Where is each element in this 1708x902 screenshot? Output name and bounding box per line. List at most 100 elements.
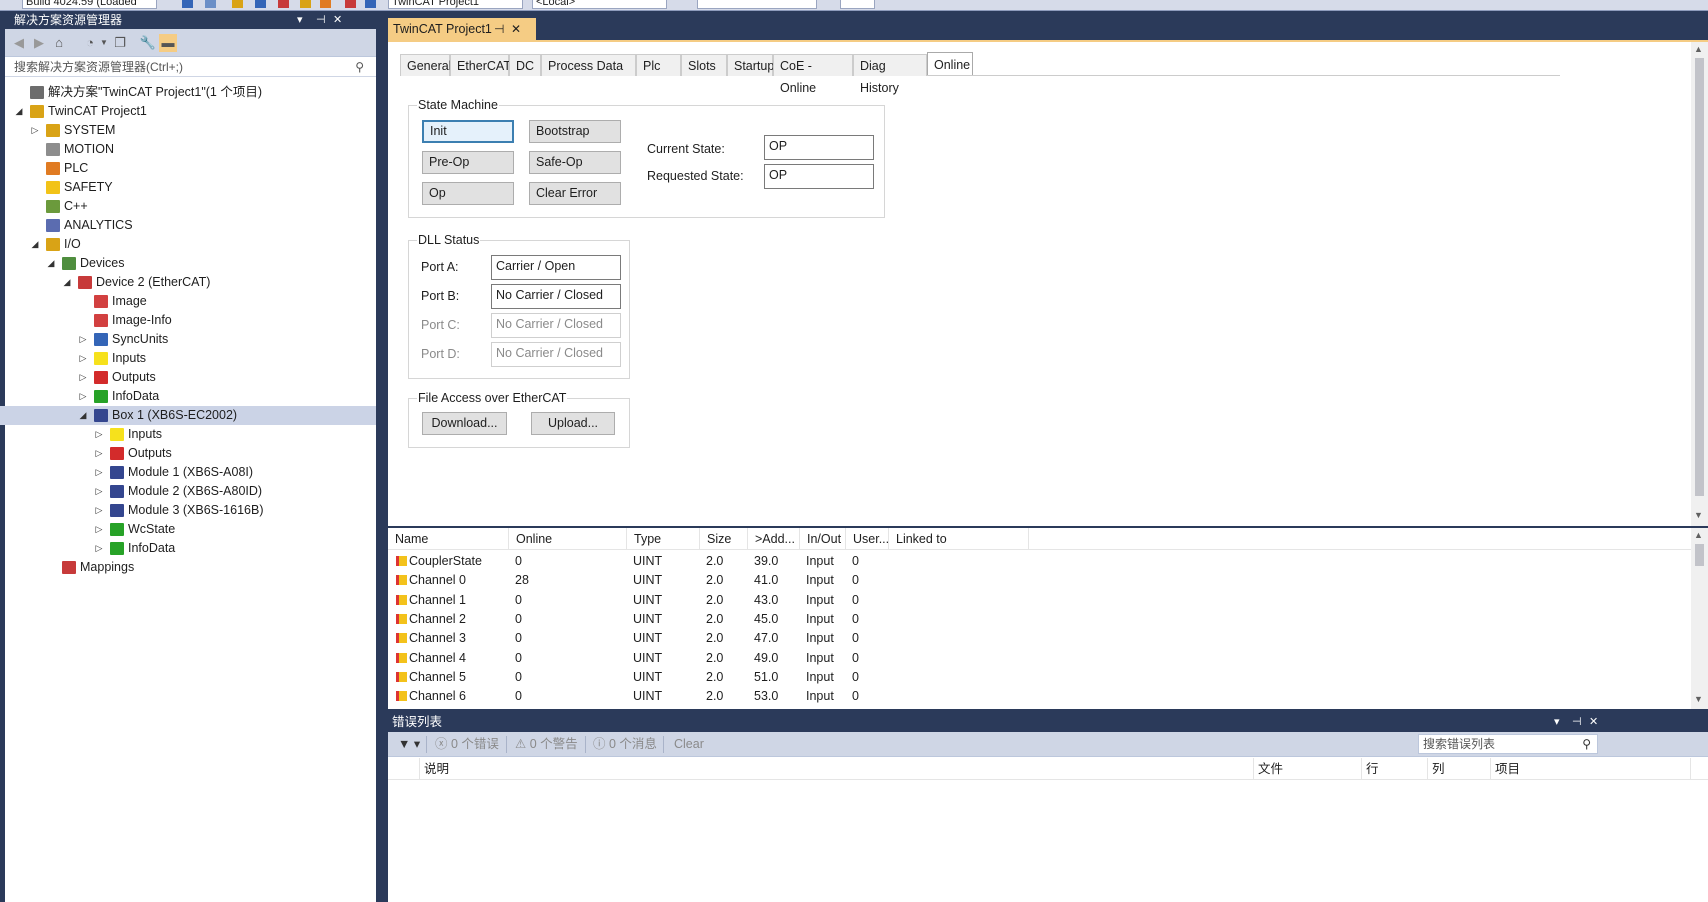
table-row[interactable]: Channel 5 0 UINT 2.0 51.0 Input 0: [388, 668, 1691, 687]
tab-pin-icon[interactable]: ⊣: [494, 18, 504, 40]
expanded-arrow-icon[interactable]: ◢: [30, 235, 40, 254]
tab-ethercat[interactable]: EtherCAT: [450, 54, 511, 76]
properties-icon[interactable]: 🔧: [139, 34, 157, 52]
collapsed-arrow-icon[interactable]: ▷: [30, 121, 40, 140]
table-row[interactable]: Channel 1 0 UINT 2.0 43.0 Input 0: [388, 591, 1691, 610]
tree-item[interactable]: ▷ Outputs: [0, 444, 376, 463]
tab-coe-online[interactable]: CoE - Online: [773, 54, 853, 95]
scroll-up-icon[interactable]: ▲: [1694, 44, 1703, 54]
tree-item[interactable]: C++: [0, 197, 376, 216]
collapsed-arrow-icon[interactable]: ▷: [78, 349, 88, 368]
expanded-arrow-icon[interactable]: ◢: [62, 273, 72, 292]
expanded-arrow-icon[interactable]: ◢: [78, 406, 88, 425]
error-list-dropdown-icon[interactable]: ▾: [1554, 712, 1560, 732]
tree-item[interactable]: Image: [0, 292, 376, 311]
tab-general[interactable]: General: [400, 54, 451, 76]
window-icon[interactable]: [205, 0, 216, 8]
scan-icon[interactable]: [320, 0, 331, 8]
dropdown-icon[interactable]: ▾: [297, 11, 303, 29]
active-pin-icon[interactable]: ▬: [159, 34, 177, 52]
toolbar-field[interactable]: [697, 0, 817, 9]
collapsed-arrow-icon[interactable]: ▷: [94, 463, 104, 482]
column-header[interactable]: In/Out: [800, 528, 846, 550]
tree-item[interactable]: MOTION: [0, 140, 376, 159]
tree-item[interactable]: ▷ Module 2 (XB6S-A80ID): [0, 482, 376, 501]
upload-button[interactable]: Upload...: [531, 412, 615, 435]
tree-item[interactable]: ▷ SyncUnits: [0, 330, 376, 349]
close-icon[interactable]: ✕: [333, 11, 342, 29]
error-list-search[interactable]: 搜索错误列表 ⚲: [1418, 734, 1598, 754]
column-header[interactable]: 行: [1362, 758, 1428, 780]
tree-item[interactable]: ◢ Devices: [0, 254, 376, 273]
column-header[interactable]: 列: [1428, 758, 1491, 780]
toggle-icon[interactable]: [365, 0, 376, 8]
tree-item[interactable]: ◢ TwinCAT Project1: [0, 102, 376, 121]
tree-item[interactable]: ◢ I/O: [0, 235, 376, 254]
download-button[interactable]: Download...: [422, 412, 507, 435]
collapsed-arrow-icon[interactable]: ▷: [94, 520, 104, 539]
tab-dc[interactable]: DC: [509, 54, 541, 76]
collapsed-arrow-icon[interactable]: ▷: [94, 444, 104, 463]
column-header[interactable]: 说明: [420, 758, 1254, 780]
column-header[interactable]: 文件: [1254, 758, 1362, 780]
table-row[interactable]: Channel 3 0 UINT 2.0 47.0 Input 0: [388, 629, 1691, 648]
tab-process-data[interactable]: Process Data: [541, 54, 636, 76]
search-icon[interactable]: ⚲: [355, 57, 364, 77]
error-search-icon[interactable]: ⚲: [1582, 735, 1591, 753]
tree-item[interactable]: ▷ Inputs: [0, 349, 376, 368]
column-header[interactable]: Linked to: [889, 528, 1029, 550]
tab-online[interactable]: Online: [927, 52, 973, 75]
tree-item[interactable]: Mappings: [0, 558, 376, 577]
column-header[interactable]: 项目: [1491, 758, 1691, 780]
clear-button[interactable]: Clear: [674, 732, 704, 757]
tree-item[interactable]: PLC: [0, 159, 376, 178]
scroll-thumb[interactable]: [1695, 58, 1704, 496]
tree-item[interactable]: ▷ WcState: [0, 520, 376, 539]
warnings-filter[interactable]: ⚠ 0 个警告: [515, 732, 578, 757]
home-icon[interactable]: ⌂: [50, 34, 68, 52]
messages-filter[interactable]: ⓘ 0 个消息: [593, 732, 657, 757]
safe-op-button[interactable]: Safe-Op: [529, 151, 621, 174]
tree-item[interactable]: ▷ SYSTEM: [0, 121, 376, 140]
filter-icon[interactable]: ▼ ▾: [398, 732, 420, 757]
column-header[interactable]: Name: [388, 528, 509, 550]
tree-item[interactable]: ◢ Device 2 (EtherCAT): [0, 273, 376, 292]
clear-error-button[interactable]: Clear Error: [529, 182, 621, 205]
init-button[interactable]: Init: [422, 120, 514, 143]
var-scroll-thumb[interactable]: [1695, 544, 1704, 566]
var-scroll-up-icon[interactable]: ▲: [1694, 530, 1703, 540]
free-run-icon[interactable]: [345, 0, 356, 8]
variable-scrollbar[interactable]: ▲ ▼: [1691, 528, 1708, 709]
collapsed-arrow-icon[interactable]: ▷: [94, 539, 104, 558]
project-combo[interactable]: TwinCAT Project1: [388, 0, 523, 9]
icon-column-header[interactable]: [388, 758, 420, 780]
tab-plc[interactable]: Plc: [636, 54, 681, 76]
collapsed-arrow-icon[interactable]: ▷: [94, 425, 104, 444]
tab-diag-history[interactable]: Diag History: [853, 54, 927, 95]
tab-close-icon[interactable]: ✕: [511, 18, 521, 40]
tab-slots[interactable]: Slots: [681, 54, 727, 76]
bootstrap-button[interactable]: Bootstrap: [529, 120, 621, 143]
restart-icon[interactable]: [278, 0, 289, 8]
collapsed-arrow-icon[interactable]: ▷: [94, 501, 104, 520]
tab-startup[interactable]: Startup: [727, 54, 774, 76]
document-tab[interactable]: TwinCAT Project1 ⊣ ✕: [388, 18, 536, 40]
reload-icon[interactable]: [255, 0, 266, 8]
column-header[interactable]: Type: [627, 528, 700, 550]
tree-item[interactable]: SAFETY: [0, 178, 376, 197]
tree-item[interactable]: 解决方案"TwinCAT Project1"(1 个项目): [0, 83, 376, 102]
tree-item[interactable]: ▷ Module 3 (XB6S-1616B): [0, 501, 376, 520]
collapse-all-icon[interactable]: ❐: [111, 34, 129, 52]
tree-item[interactable]: ANALYTICS: [0, 216, 376, 235]
tree-item[interactable]: ▷ Module 1 (XB6S-A08I): [0, 463, 376, 482]
collapsed-arrow-icon[interactable]: ▷: [78, 387, 88, 406]
build-combo[interactable]: Build 4024.59 (Loaded: [22, 0, 157, 9]
collapsed-arrow-icon[interactable]: ▷: [78, 330, 88, 349]
table-row[interactable]: Channel 0 28 UINT 2.0 41.0 Input 0: [388, 571, 1691, 590]
tree-item[interactable]: ▷ Outputs: [0, 368, 376, 387]
error-list-close-icon[interactable]: ✕: [1589, 712, 1598, 732]
var-scroll-down-icon[interactable]: ▼: [1694, 694, 1703, 704]
scroll-down-icon[interactable]: ▼: [1694, 510, 1703, 520]
column-header[interactable]: Online: [509, 528, 627, 550]
table-row[interactable]: Channel 4 0 UINT 2.0 49.0 Input 0: [388, 649, 1691, 668]
